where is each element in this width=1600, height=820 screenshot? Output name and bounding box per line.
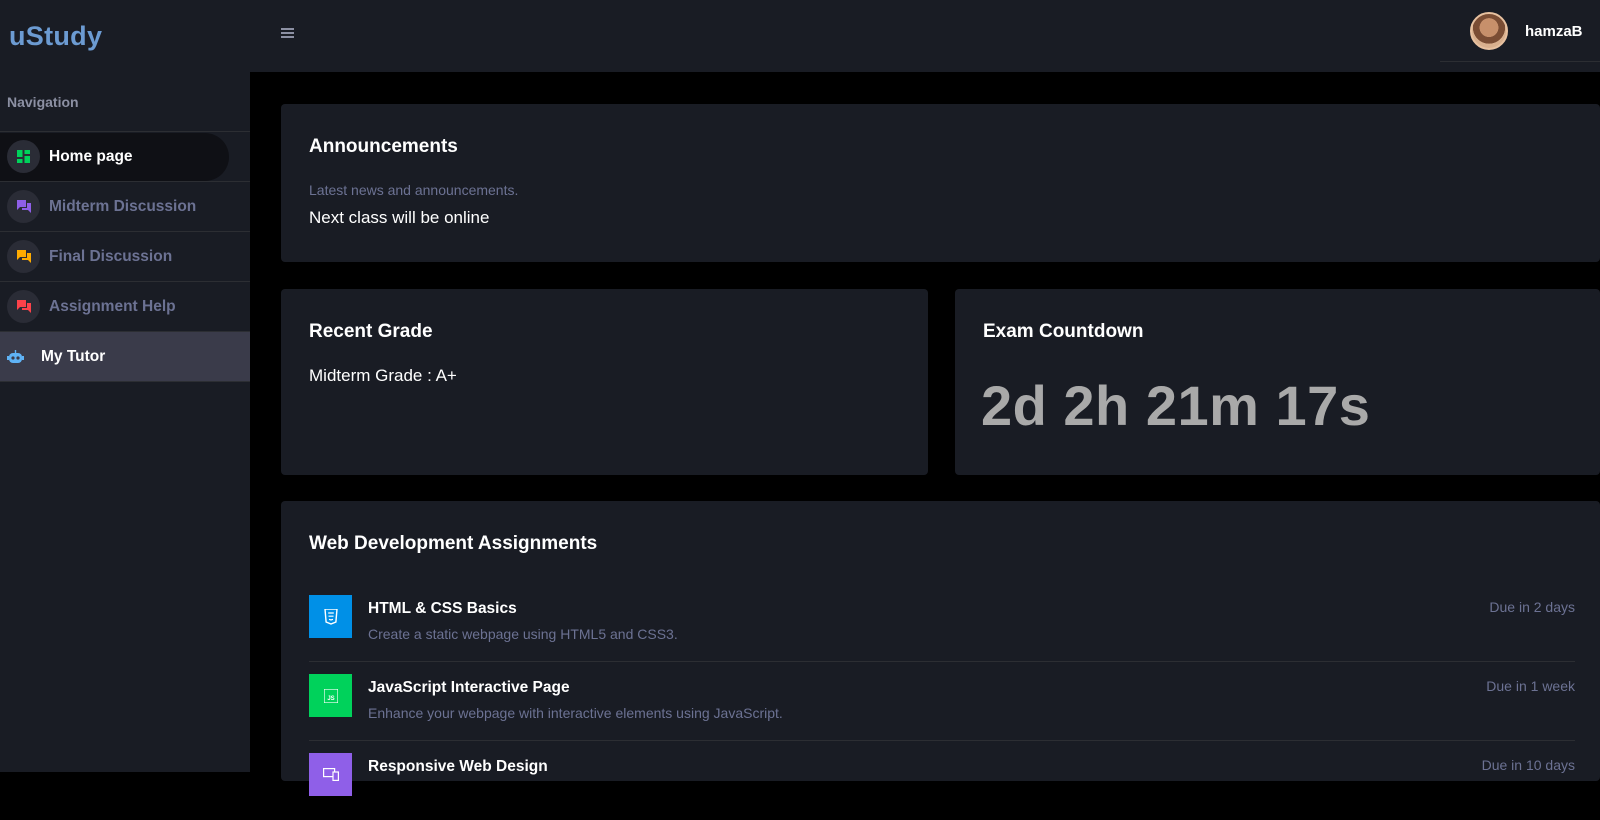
assignment-title: JavaScript Interactive Page [368, 679, 570, 696]
sidebar-item-label: My Tutor [41, 347, 106, 365]
responsive-icon [309, 753, 352, 796]
assignment-description: Enhance your webpage with interactive el… [368, 705, 783, 721]
dashboard-icon [7, 140, 40, 173]
top-navbar: hamzaB [250, 0, 1600, 72]
svg-text:JS: JS [327, 696, 334, 702]
assignment-description: Create a static webpage using HTML5 and … [368, 626, 678, 642]
chat-icon [7, 290, 40, 323]
grade-value: Midterm Grade : A+ [309, 366, 457, 385]
sidebar-item-label: Assignment Help [49, 297, 176, 315]
card-description: Latest news and announcements. [309, 182, 519, 198]
recent-grade-card: Recent Grade Midterm Grade : A+ [281, 289, 928, 475]
sidebar-item-my-tutor[interactable]: My Tutor [0, 332, 250, 382]
sidebar: uStudy Navigation Home page Midterm Disc… [0, 0, 250, 772]
sidebar-item-assignment-help[interactable]: Assignment Help [0, 282, 250, 332]
sidebar-item-label: Home page [49, 147, 133, 165]
sidebar-item-final-discussion[interactable]: Final Discussion [0, 232, 250, 282]
assignment-due: Due in 10 days [1481, 757, 1575, 773]
countdown-timer: 2d 2h 21m 17s [981, 374, 1371, 437]
assignment-row[interactable]: JS JavaScript Interactive Page Enhance y… [309, 662, 1575, 741]
profile-menu[interactable]: hamzaB [1470, 12, 1583, 50]
announcements-card: Announcements Latest news and announceme… [281, 104, 1600, 262]
assignment-due: Due in 2 days [1489, 599, 1575, 615]
sidebar-item-label: Midterm Discussion [49, 197, 197, 215]
exam-countdown-card: Exam Countdown 2d 2h 21m 17s [955, 289, 1600, 475]
assignment-row[interactable]: HTML & CSS Basics Create a static webpag… [309, 583, 1575, 662]
javascript-icon: JS [309, 674, 352, 717]
chat-icon [7, 190, 40, 223]
sidebar-item-home-page[interactable]: Home page [0, 132, 250, 182]
assignment-title: Responsive Web Design [368, 758, 548, 775]
hamburger-icon[interactable] [281, 28, 294, 40]
assignment-title: HTML & CSS Basics [368, 600, 517, 617]
card-title: Recent Grade [309, 321, 433, 342]
sidebar-item-label: Final Discussion [49, 247, 173, 265]
brand-logo[interactable]: uStudy [0, 0, 250, 72]
username: hamzaB [1525, 22, 1583, 40]
assignment-row[interactable]: Responsive Web Design Due in 10 days [309, 741, 1575, 820]
divider [1440, 61, 1600, 62]
card-title: Exam Countdown [983, 321, 1144, 342]
card-title: Announcements [309, 136, 458, 157]
assignments-card: Web Development Assignments HTML & CSS B… [281, 501, 1600, 796]
card-title: Web Development Assignments [309, 533, 598, 554]
chat-icon [7, 240, 40, 273]
nav-heading: Navigation [0, 72, 250, 132]
robot-icon [7, 349, 25, 364]
avatar [1470, 12, 1508, 50]
assignment-due: Due in 1 week [1486, 678, 1575, 694]
sidebar-item-midterm-discussion[interactable]: Midterm Discussion [0, 182, 250, 232]
html5-icon [309, 595, 352, 638]
announcement-message: Next class will be online [309, 208, 490, 227]
